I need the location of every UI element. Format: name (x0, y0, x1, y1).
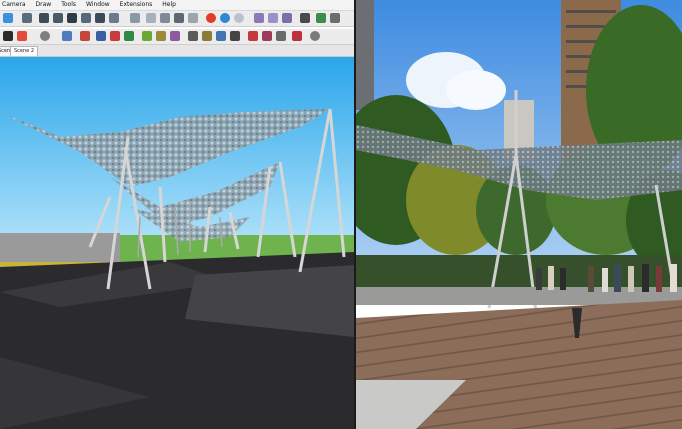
sketchup-window: Camera Draw Tools Window Extensions Help (0, 0, 354, 429)
left-view-icon[interactable] (124, 31, 134, 41)
eraser-icon[interactable] (22, 13, 32, 23)
orbit-icon[interactable] (234, 13, 244, 23)
zoom-extents-icon[interactable] (282, 13, 292, 23)
menu-draw[interactable]: Draw (36, 0, 52, 10)
back-view-icon[interactable] (110, 31, 120, 41)
fog-icon[interactable] (17, 31, 27, 41)
cloud-2 (446, 70, 506, 110)
zoom-icon[interactable] (268, 13, 278, 23)
render-icon[interactable] (142, 31, 152, 41)
model-viewport[interactable] (0, 57, 354, 429)
push-pull-icon[interactable] (109, 13, 119, 23)
tool-g-icon[interactable] (292, 31, 302, 41)
paint-bucket-icon[interactable] (39, 13, 49, 23)
offset-icon[interactable] (160, 13, 170, 23)
sandbox-icon[interactable] (156, 31, 166, 41)
render-panel (356, 0, 682, 429)
rectangle-icon[interactable] (53, 13, 63, 23)
look-around-icon[interactable] (316, 13, 326, 23)
extension-icon[interactable] (188, 31, 198, 41)
tool-f-icon[interactable] (276, 31, 286, 41)
walk-icon[interactable] (300, 13, 310, 23)
tool-b-icon[interactable] (216, 31, 226, 41)
axes-icon[interactable] (206, 13, 216, 23)
secondary-toolbar (0, 29, 354, 45)
polygon-icon[interactable] (81, 13, 91, 23)
move-icon[interactable] (95, 13, 105, 23)
front-view-icon[interactable] (80, 31, 90, 41)
menu-help[interactable]: Help (162, 0, 176, 10)
menu-window[interactable]: Window (86, 0, 110, 10)
section-plane-icon[interactable] (220, 13, 230, 23)
wall (0, 233, 120, 263)
pan-icon[interactable] (254, 13, 264, 23)
position-camera-icon[interactable] (330, 13, 340, 23)
tool-h-icon[interactable] (310, 31, 320, 41)
menu-tools[interactable]: Tools (61, 0, 76, 10)
shadow-icon[interactable] (3, 31, 13, 41)
top-view-icon[interactable] (62, 31, 72, 41)
tool-c-icon[interactable] (230, 31, 240, 41)
tab-scene-2[interactable]: Scene 2 (10, 46, 39, 56)
menu-bar: Camera Draw Tools Window Extensions Help (0, 0, 354, 11)
text-icon[interactable] (188, 13, 198, 23)
scale-icon[interactable] (146, 13, 156, 23)
model-scene (0, 57, 354, 429)
select-icon[interactable] (3, 13, 13, 23)
tool-a-icon[interactable] (202, 31, 212, 41)
menu-camera[interactable]: Camera (2, 0, 26, 10)
circle-icon[interactable] (67, 13, 77, 23)
iso-view-icon[interactable] (40, 31, 50, 41)
building-left (356, 0, 374, 110)
tool-d-icon[interactable] (248, 31, 258, 41)
scene-tabs: Scene 1 Scene 2 (0, 45, 354, 57)
rotate-icon[interactable] (130, 13, 140, 23)
rendered-scene (356, 0, 682, 429)
main-toolbar (0, 11, 354, 27)
tool-e-icon[interactable] (262, 31, 272, 41)
right-view-icon[interactable] (96, 31, 106, 41)
tape-measure-icon[interactable] (174, 13, 184, 23)
menu-extensions[interactable]: Extensions (120, 0, 153, 10)
warehouse-icon[interactable] (170, 31, 180, 41)
